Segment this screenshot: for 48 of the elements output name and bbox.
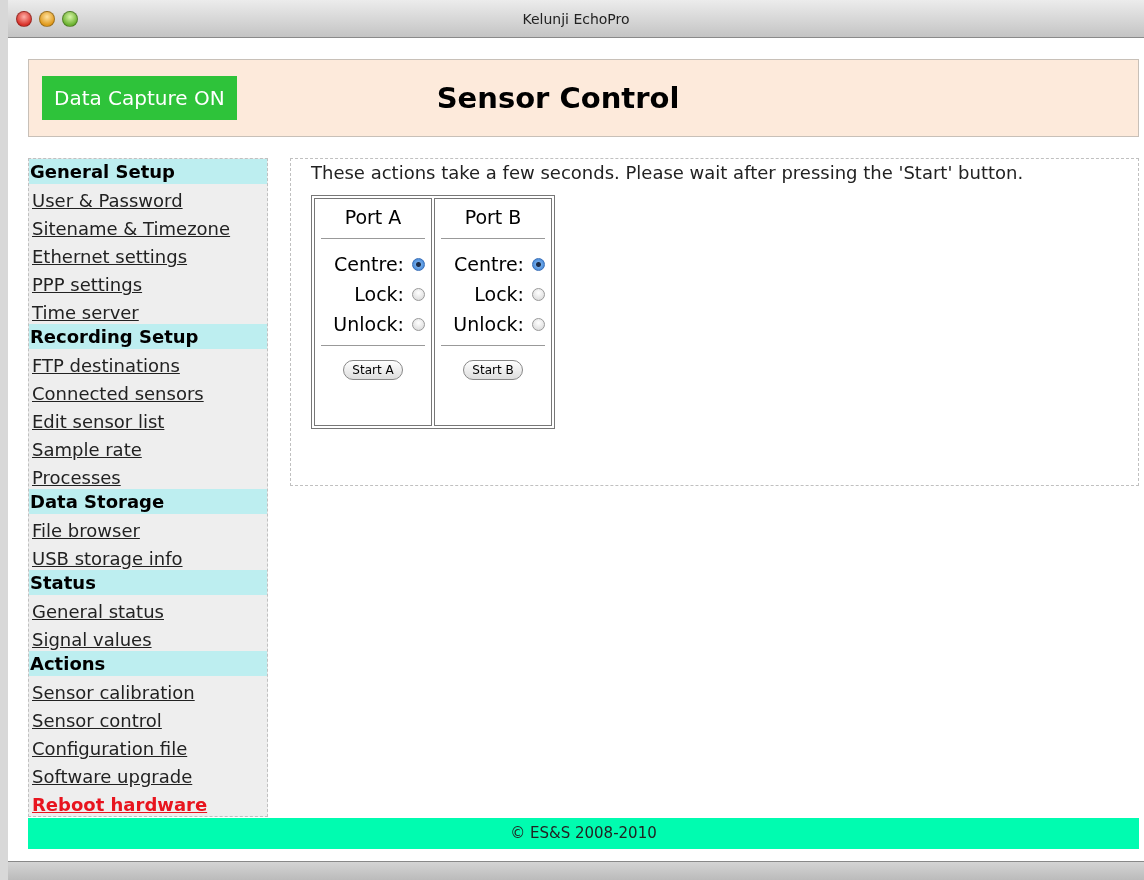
minimize-button[interactable] bbox=[39, 10, 55, 27]
radio-button[interactable] bbox=[412, 318, 425, 331]
radio-button[interactable] bbox=[412, 288, 425, 301]
footer: © ES&S 2008-2010 bbox=[28, 818, 1139, 849]
option-label: Centre: bbox=[334, 253, 404, 276]
sidebar-link[interactable]: Ethernet settings bbox=[32, 246, 188, 268]
radio-button[interactable] bbox=[532, 318, 545, 331]
option-label: Unlock: bbox=[333, 313, 404, 336]
sidebar-link[interactable]: Sensor control bbox=[32, 710, 162, 732]
sidebar-link[interactable]: File browser bbox=[32, 520, 140, 542]
section-heading: Actions bbox=[29, 651, 267, 676]
section-heading: Recording Setup bbox=[29, 324, 267, 349]
capture-status-badge: Data Capture ON bbox=[42, 76, 237, 120]
sidebar-link[interactable]: Software upgrade bbox=[32, 766, 193, 788]
port-title: Port B bbox=[463, 205, 523, 229]
sidebar-link[interactable]: Sensor calibration bbox=[32, 682, 195, 704]
option-label: Unlock: bbox=[453, 313, 524, 336]
sidebar-link[interactable]: Processes bbox=[32, 467, 121, 489]
section-heading: Data Storage bbox=[29, 489, 267, 514]
zoom-button[interactable] bbox=[62, 10, 78, 27]
section-heading: General Setup bbox=[29, 159, 267, 184]
radio-button[interactable] bbox=[412, 258, 425, 271]
sidebar-link[interactable]: Configuration file bbox=[32, 738, 188, 760]
sidebar-link[interactable]: User & Password bbox=[32, 190, 183, 212]
radio-button[interactable] bbox=[532, 288, 545, 301]
sidebar-link[interactable]: PPP settings bbox=[32, 274, 143, 296]
window-title: Kelunji EchoPro bbox=[521, 10, 631, 27]
sidebar-link[interactable]: USB storage info bbox=[32, 548, 183, 570]
close-button[interactable] bbox=[16, 10, 32, 27]
sidebar-link[interactable]: Signal values bbox=[32, 629, 152, 651]
option-label: Lock: bbox=[354, 283, 404, 306]
sidebar-link[interactable]: FTP destinations bbox=[32, 355, 180, 377]
sidebar-link[interactable]: Sitename & Timezone bbox=[32, 218, 231, 240]
sidebar-link[interactable]: Time server bbox=[32, 302, 139, 324]
start-button[interactable]: Start A bbox=[343, 360, 403, 380]
option-label: Lock: bbox=[474, 283, 524, 306]
sidebar-link[interactable]: Reboot hardware bbox=[32, 794, 208, 816]
section-heading: Status bbox=[29, 570, 267, 595]
sidebar-link[interactable]: General status bbox=[32, 601, 164, 623]
radio-button[interactable] bbox=[532, 258, 545, 271]
notice-text: These actions take a few seconds. Please wait after pressing the 'Start' button. bbox=[311, 162, 1025, 184]
port-title: Port A bbox=[343, 205, 403, 229]
sidebar-link[interactable]: Connected sensors bbox=[32, 383, 204, 405]
option-label: Centre: bbox=[454, 253, 524, 276]
start-button[interactable]: Start B bbox=[463, 360, 523, 380]
page-title: Sensor Control bbox=[436, 81, 680, 115]
sidebar-link[interactable]: Edit sensor list bbox=[32, 411, 165, 433]
sidebar-link[interactable]: Sample rate bbox=[32, 439, 142, 461]
